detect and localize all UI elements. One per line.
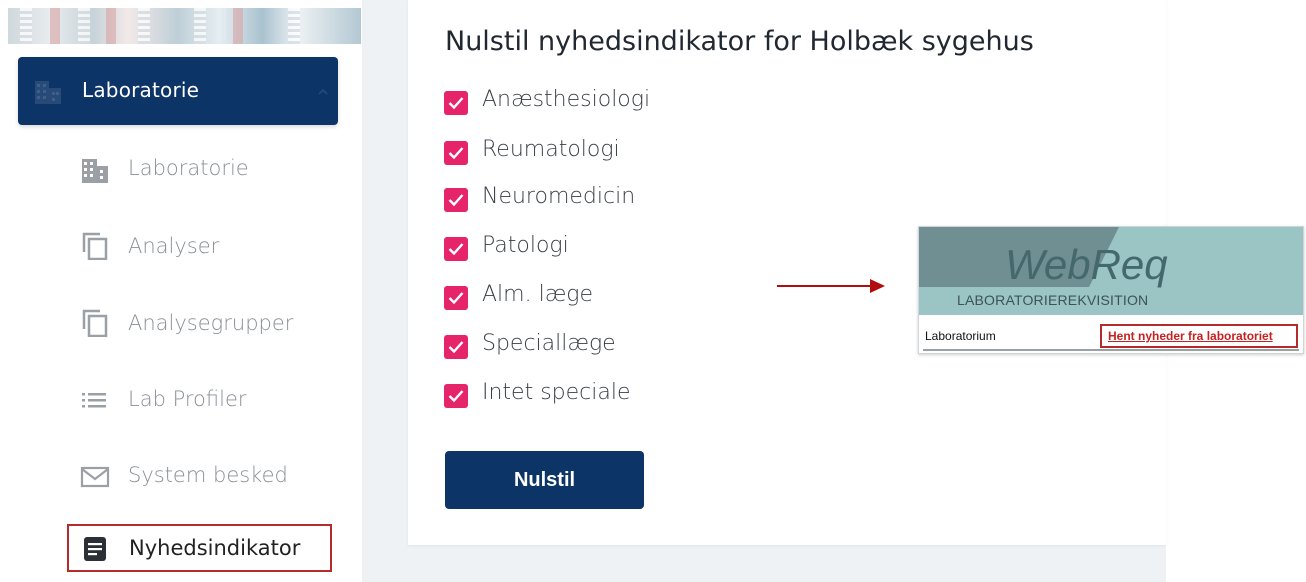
checkbox-label: Patologi <box>482 233 569 258</box>
sidebar-item-label: Lab Profiler <box>128 387 247 411</box>
page-title: Nulstil nyhedsindikator for Holbæk sygeh… <box>445 26 1034 57</box>
checkbox-label: Speciallæge <box>482 331 616 356</box>
divider <box>923 349 1299 351</box>
check-icon <box>448 243 464 256</box>
sidebar-section-laboratorie[interactable]: Laboratorie <box>18 57 338 125</box>
sidebar-item-label: Analysegrupper <box>128 311 294 335</box>
sidebar-item-label: System besked <box>128 463 288 487</box>
reset-button[interactable]: Nulstil <box>445 451 644 509</box>
webreq-logo: WebReq <box>1005 241 1168 288</box>
fetch-news-link[interactable]: Hent nyheder fra laboratoriet <box>1108 329 1273 343</box>
sidebar-item-label: Nyhedsindikator <box>129 536 301 560</box>
sidebar-banner-image <box>8 8 361 44</box>
checkbox-checked[interactable] <box>444 286 468 310</box>
sidebar-item-label: Analyser <box>128 234 220 258</box>
checkbox-checked[interactable] <box>444 237 468 261</box>
webreq-inset-screenshot: WebReq LABORATORIEREKVISITION Laboratori… <box>918 226 1304 354</box>
building-icon <box>35 81 61 104</box>
building-icon <box>82 159 108 183</box>
check-icon <box>448 194 464 207</box>
arrow-right-icon <box>777 279 885 293</box>
checkbox-checked[interactable] <box>444 384 468 408</box>
webreq-subtitle: LABORATORIEREKVISITION <box>957 292 1149 308</box>
checkbox-checked[interactable] <box>444 91 468 115</box>
mail-icon <box>80 466 110 488</box>
webreq-laboratorium-label: Laboratorium <box>925 329 996 343</box>
webreq-link-highlight: Hent nyheder fra laboratoriet <box>1100 324 1298 348</box>
sidebar-section-label: Laboratorie <box>82 78 200 102</box>
check-icon <box>448 292 464 305</box>
check-icon <box>448 97 464 110</box>
checkbox-label: Intet speciale <box>482 380 631 405</box>
checkbox-checked[interactable] <box>444 188 468 212</box>
document-icon <box>84 537 106 561</box>
checkbox-label: Alm. læge <box>482 282 594 307</box>
checkbox-checked[interactable] <box>444 141 468 165</box>
sidebar-item-label: Laboratorie <box>128 156 249 180</box>
check-icon <box>448 147 464 160</box>
sidebar-item-nyhedsindikator[interactable]: Nyhedsindikator <box>67 524 332 572</box>
sidebar: Laboratorie Laboratorie Analyser Analyse… <box>0 0 362 582</box>
list-icon <box>82 393 106 408</box>
chevron-up-icon[interactable] <box>318 87 328 95</box>
copy-icon <box>82 309 108 337</box>
check-icon <box>448 341 464 354</box>
checkbox-checked[interactable] <box>444 335 468 359</box>
checkbox-label: Reumatologi <box>482 137 620 162</box>
copy-icon <box>82 232 108 260</box>
check-icon <box>448 390 464 403</box>
checkbox-label: Neuromedicin <box>482 184 636 209</box>
checkbox-label: Anæsthesiologi <box>482 87 651 112</box>
webreq-header: WebReq LABORATORIEREKVISITION <box>919 227 1303 315</box>
